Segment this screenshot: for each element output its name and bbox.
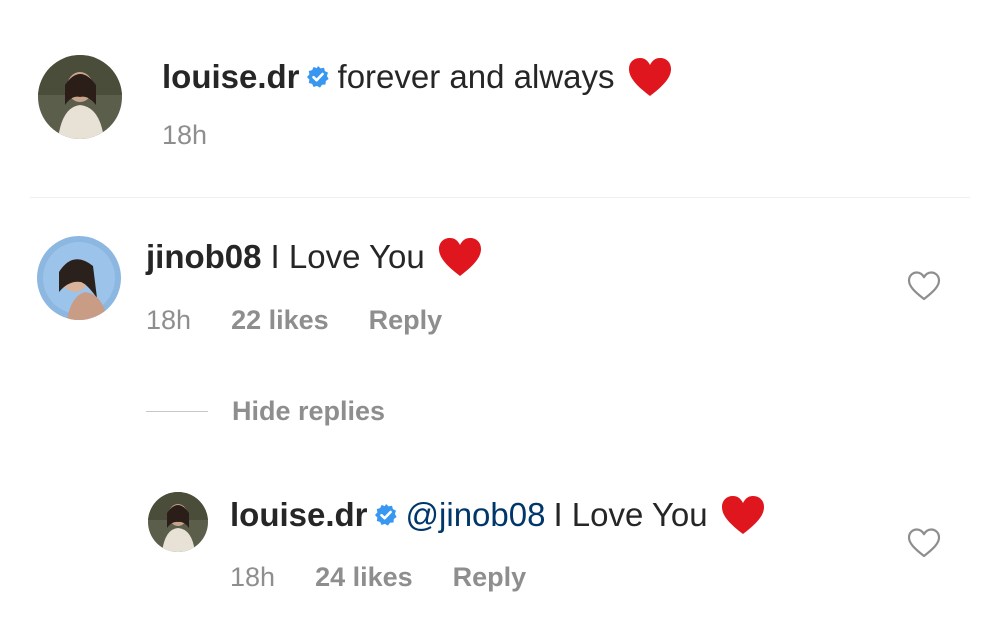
reply-avatar[interactable]	[148, 492, 208, 552]
avatar-photo-icon	[148, 492, 208, 552]
heart-outline-icon	[907, 271, 941, 301]
red-heart-emoji-icon	[627, 56, 673, 98]
reply-username[interactable]: louise.dr	[230, 496, 368, 534]
comment-text: I Love You	[270, 238, 425, 275]
hide-replies-label: Hide replies	[232, 396, 386, 426]
avatar-photo-icon	[37, 236, 121, 320]
caption-username[interactable]: louise.dr	[162, 58, 300, 96]
caption-meta: 18h	[162, 120, 207, 151]
caption-timestamp[interactable]: 18h	[162, 120, 207, 151]
caption-avatar[interactable]	[38, 55, 122, 139]
verified-badge-icon	[374, 503, 398, 527]
red-heart-emoji-icon	[437, 236, 483, 278]
caption-divider	[30, 197, 970, 198]
avatar-photo-icon	[38, 55, 122, 139]
caption-text: forever and always	[337, 58, 615, 95]
reply-text: I Love You	[553, 496, 708, 533]
red-heart-emoji-icon	[720, 494, 766, 536]
comment-like-button[interactable]	[907, 270, 941, 302]
verified-badge-icon	[306, 65, 330, 89]
hide-replies-button[interactable]: Hide replies	[146, 396, 385, 427]
comment-likes-count[interactable]: 22 likes	[231, 305, 329, 336]
reply-reply-button[interactable]: Reply	[453, 562, 527, 593]
reply-timestamp[interactable]: 18h	[230, 562, 275, 593]
heart-outline-icon	[907, 528, 941, 558]
comment-meta: 18h 22 likes Reply	[146, 305, 442, 336]
reply-likes-count[interactable]: 24 likes	[315, 562, 413, 593]
comment-line: jinob08 I Love You	[146, 233, 483, 281]
hide-replies-line	[146, 411, 208, 412]
comment-avatar[interactable]	[37, 236, 121, 320]
comment-timestamp[interactable]: 18h	[146, 305, 191, 336]
caption-line: louise.dr forever and always	[162, 55, 673, 99]
comment-username[interactable]: jinob08	[146, 238, 262, 276]
reply-line: louise.dr @jinob08 I Love You	[230, 491, 766, 539]
comment-reply-button[interactable]: Reply	[369, 305, 443, 336]
reply-like-button[interactable]	[907, 527, 941, 559]
reply-mention-link[interactable]: @jinob08	[406, 496, 546, 534]
reply-meta: 18h 24 likes Reply	[230, 562, 526, 593]
comments-thread: louise.dr forever and always 18h jinob08	[0, 0, 1000, 637]
